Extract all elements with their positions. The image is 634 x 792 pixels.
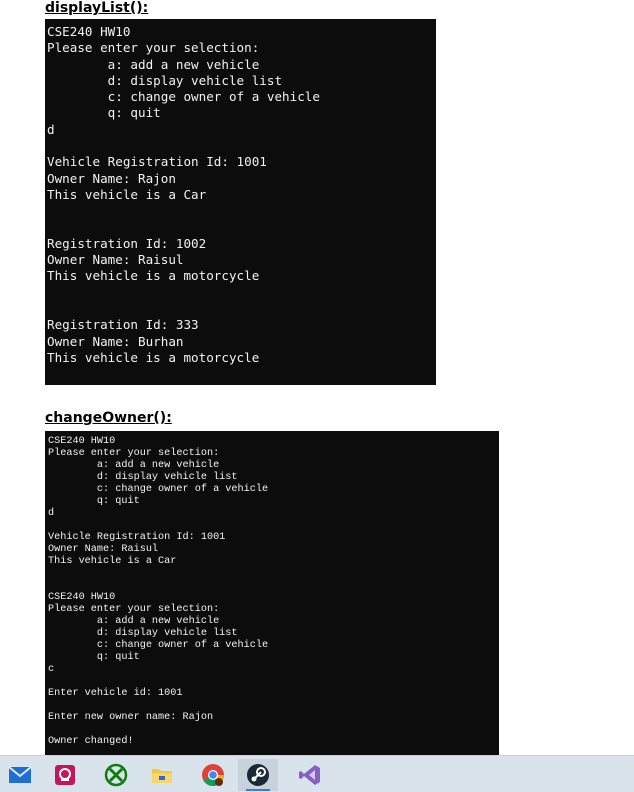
console-window-change-owner: CSE240 HW10 Please enter your selection: …	[45, 431, 499, 755]
taskbar	[0, 755, 634, 792]
console-line: Owner Name: Rajon	[47, 170, 176, 186]
file-explorer-icon[interactable]	[142, 759, 182, 791]
console-line: This vehicle is a motorcycle	[47, 349, 260, 365]
change-owner-heading: changeOwner():	[45, 410, 172, 426]
console-line: Registration Id: 1002	[47, 235, 207, 251]
console-line: d	[48, 508, 55, 519]
console-line: d: display vehicle list	[47, 72, 283, 88]
active-indicator	[246, 789, 270, 791]
console-line: This vehicle is a Car	[47, 186, 207, 202]
console-line: Please enter your selection:	[48, 448, 220, 459]
chrome-icon[interactable]	[193, 759, 233, 791]
console-line: CSE240 HW10	[47, 24, 131, 39]
console-line: a: add a new vehicle	[48, 460, 220, 471]
console-line: Owner Name: Burhan	[47, 333, 184, 349]
console-line: Owner Name: Raisul	[48, 544, 159, 555]
console-line: c	[48, 664, 55, 675]
console-line: a: add a new vehicle	[47, 56, 260, 72]
console-window-display-list: CSE240 HW10 Please enter your selection: …	[45, 19, 436, 385]
steam-icon[interactable]	[238, 759, 278, 791]
console-line: d	[47, 121, 55, 137]
console-line: Please enter your selection:	[48, 604, 220, 615]
console-line: q: quit	[48, 652, 140, 663]
console-line: Vehicle Registration Id: 1001	[47, 154, 267, 170]
privacy-app-icon[interactable]	[45, 759, 85, 791]
console-line: q: quit	[48, 496, 140, 507]
console-line: Enter new owner name: Rajon	[48, 712, 214, 723]
console-line: Vehicle Registration Id: 1001	[48, 532, 226, 543]
mail-icon[interactable]	[0, 759, 40, 791]
console-line: q: quit	[47, 105, 161, 121]
console-line: CSE240 HW10	[48, 592, 116, 603]
console-line: d: display vehicle list	[48, 628, 238, 639]
console-line: Please enter your selection:	[47, 40, 260, 56]
console-line: CSE240 HW10	[48, 436, 116, 447]
console-line: c: change owner of a vehicle	[48, 640, 269, 651]
console-line: c: change owner of a vehicle	[47, 89, 320, 105]
visual-studio-icon[interactable]	[290, 759, 330, 791]
console-line: Registration Id: 333	[47, 317, 199, 333]
console-line: a: add a new vehicle	[48, 616, 220, 627]
console-line: This vehicle is a motorcycle	[47, 268, 260, 284]
console-line: Owner changed!	[48, 736, 134, 747]
display-list-heading: displayList():	[45, 0, 149, 16]
console-line: Enter vehicle id: 1001	[48, 688, 183, 699]
console-line: Owner Name: Raisul	[47, 252, 184, 268]
console-line: d: display vehicle list	[48, 472, 238, 483]
console-line: This vehicle is a Car	[48, 556, 177, 567]
console-line: c: change owner of a vehicle	[48, 484, 269, 495]
xbox-icon[interactable]	[96, 759, 136, 791]
